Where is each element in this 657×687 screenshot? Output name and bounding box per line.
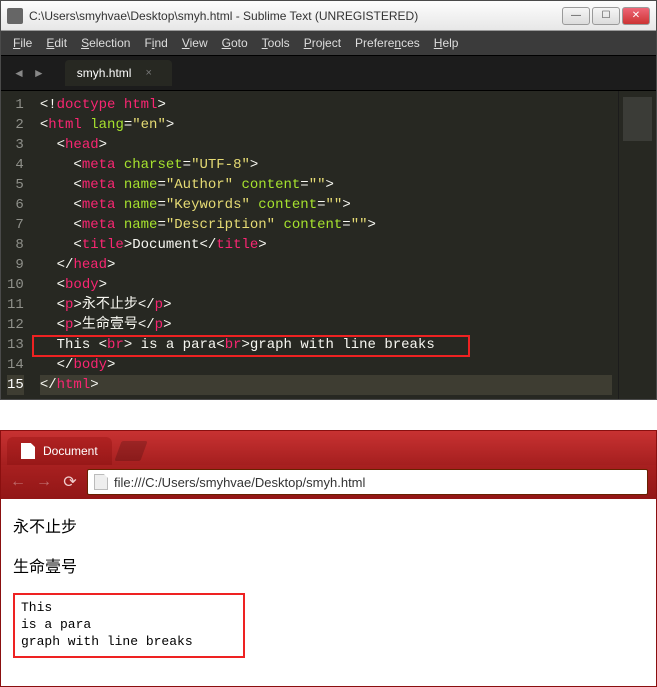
line-num: 3 [7,135,24,155]
menu-edit[interactable]: Edit [40,34,73,52]
chrome-tabstrip: Document [1,431,656,465]
break-line-2: is a para [21,616,237,633]
code-line: This <br> is a para<br>graph with line b… [40,335,612,355]
line-num: 14 [7,355,24,375]
sublime-titlebar: C:\Users\smyhvae\Desktop\smyh.html - Sub… [1,1,656,31]
menu-project[interactable]: Project [298,34,347,52]
menubar: File Edit Selection Find View Goto Tools… [1,31,656,55]
minimize-button[interactable]: — [562,7,590,25]
code-line: <!doctype html> [40,95,612,115]
code-line: </head> [40,255,612,275]
menu-preferences[interactable]: Preferences [349,34,426,52]
line-num: 6 [7,195,24,215]
window-controls: — ☐ ✕ [562,7,650,25]
code-line: <meta name="Description" content=""> [40,215,612,235]
rendered-page: 永不止步 生命壹号 This is a para graph with line… [1,499,656,686]
line-num: 2 [7,115,24,135]
chrome-window: Document ← → ⟳ file:///C:/Users/smyhvae/… [0,430,657,687]
window-title: C:\Users\smyhvae\Desktop\smyh.html - Sub… [29,9,562,23]
menu-file[interactable]: File [7,34,38,52]
break-annotation: This is a para graph with line breaks [13,593,245,658]
code-line: </body> [40,355,612,375]
nav-fwd-icon[interactable]: ► [29,66,49,80]
gutter: 1 2 3 4 5 6 7 8 9 10 11 12 13 14 15 [1,91,34,399]
line-num: 7 [7,215,24,235]
minimap[interactable] [618,91,656,399]
new-tab-button[interactable] [114,441,147,461]
line-num: 11 [7,295,24,315]
code-area[interactable]: <!doctype html> <html lang="en"> <head> … [34,91,618,399]
file-icon [94,474,108,490]
line-num: 8 [7,235,24,255]
menu-tools[interactable]: Tools [256,34,296,52]
line-num: 9 [7,255,24,275]
paragraph-1: 永不止步 [13,513,644,537]
line-num: 13 [7,335,24,355]
paragraph-2: 生命壹号 [13,553,644,577]
forward-button[interactable]: → [35,473,53,491]
menu-view[interactable]: View [176,34,214,52]
page-icon [21,443,35,459]
code-line: <meta name="Keywords" content=""> [40,195,612,215]
address-bar[interactable]: file:///C:/Users/smyhvae/Desktop/smyh.ht… [87,469,648,495]
code-line: <body> [40,275,612,295]
code-line: <title>Document</title> [40,235,612,255]
menu-goto[interactable]: Goto [216,34,254,52]
close-button[interactable]: ✕ [622,7,650,25]
line-num: 12 [7,315,24,335]
nav-back-icon[interactable]: ◄ [9,66,29,80]
minimap-viewport[interactable] [623,97,652,141]
code-line: <html lang="en"> [40,115,612,135]
code-line: <p>生命壹号</p> [40,315,612,335]
line-num: 15 [7,375,24,395]
chrome-toolbar: ← → ⟳ file:///C:/Users/smyhvae/Desktop/s… [1,465,656,499]
break-line-3: graph with line breaks [21,633,237,650]
line-num: 4 [7,155,24,175]
back-button[interactable]: ← [9,473,27,491]
editor: 1 2 3 4 5 6 7 8 9 10 11 12 13 14 15 <!do… [1,91,656,399]
code-line: <head> [40,135,612,155]
sublime-app-icon [7,8,23,24]
chrome-tab-label: Document [43,444,98,458]
sublime-window: C:\Users\smyhvae\Desktop\smyh.html - Sub… [0,0,657,400]
tab-label: smyh.html [77,66,132,80]
reload-button[interactable]: ⟳ [61,472,79,492]
tab-close-icon[interactable]: × [145,67,151,79]
maximize-button[interactable]: ☐ [592,7,620,25]
chrome-tab-document[interactable]: Document [7,437,112,465]
line-num: 10 [7,275,24,295]
line-num: 1 [7,95,24,115]
code-line: <meta charset="UTF-8"> [40,155,612,175]
code-line: <p>永不止步</p> [40,295,612,315]
tab-smyh[interactable]: smyh.html × [65,60,172,86]
tabbar: smyh.html × [65,60,174,86]
tab-row: ◄ ► smyh.html × [1,55,656,91]
menu-selection[interactable]: Selection [75,34,136,52]
line-num: 5 [7,175,24,195]
code-line: </html> [40,375,612,395]
menu-help[interactable]: Help [428,34,465,52]
address-text: file:///C:/Users/smyhvae/Desktop/smyh.ht… [114,475,365,490]
code-line: <meta name="Author" content=""> [40,175,612,195]
menu-find[interactable]: Find [138,34,173,52]
break-line-1: This [21,599,237,616]
